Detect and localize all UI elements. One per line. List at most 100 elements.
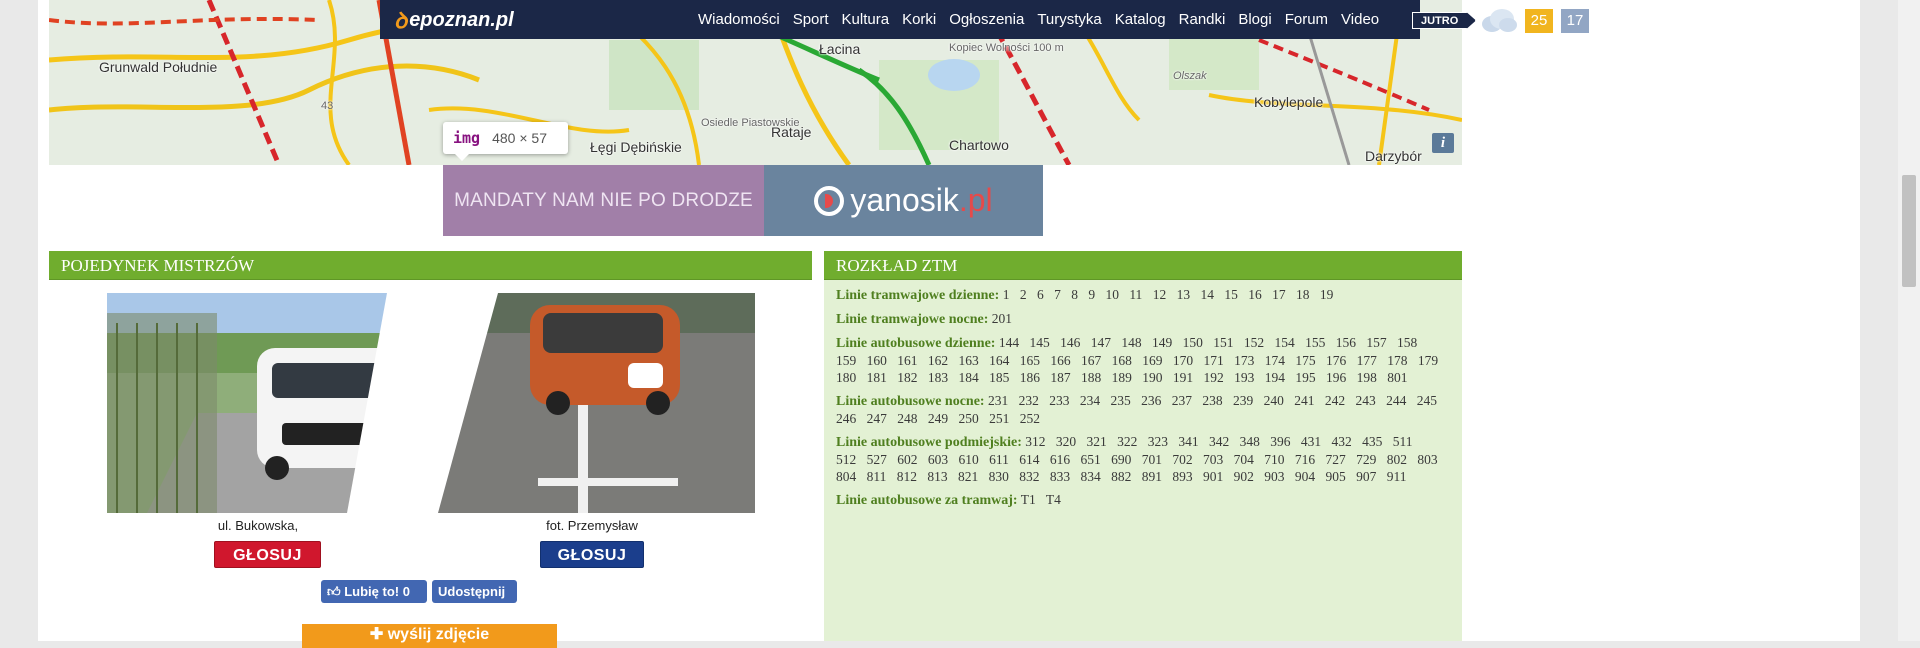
ztm-line-link[interactable]: 183 — [928, 370, 948, 385]
send-photo-button[interactable]: ✚ wyślij zdjęcie — [302, 624, 557, 648]
ztm-line-link[interactable]: 801 — [1387, 370, 1407, 385]
ztm-line-link[interactable]: 163 — [959, 353, 979, 368]
ztm-line-link[interactable]: 157 — [1366, 335, 1386, 350]
ztm-line-link[interactable]: 348 — [1240, 434, 1260, 449]
ztm-line-link[interactable]: 152 — [1244, 335, 1264, 350]
ztm-line-link[interactable]: 201 — [992, 311, 1012, 326]
ztm-line-link[interactable]: 821 — [958, 469, 978, 484]
ztm-line-link[interactable]: 181 — [867, 370, 887, 385]
ztm-line-link[interactable]: 320 — [1056, 434, 1076, 449]
ztm-line-link[interactable]: 247 — [867, 411, 887, 426]
ztm-line-link[interactable]: 651 — [1081, 452, 1101, 467]
ztm-line-link[interactable]: 173 — [1234, 353, 1254, 368]
ztm-line-link[interactable]: 6 — [1037, 287, 1044, 302]
ztm-line-link[interactable]: 165 — [1020, 353, 1040, 368]
nav-item-turystyka[interactable]: Turystyka — [1037, 11, 1101, 28]
duel-photo-left[interactable] — [107, 293, 477, 513]
ztm-line-link[interactable]: 322 — [1117, 434, 1137, 449]
ztm-line-link[interactable]: 527 — [867, 452, 887, 467]
ztm-line-link[interactable]: 803 — [1417, 452, 1437, 467]
ztm-line-link[interactable]: 911 — [1387, 469, 1407, 484]
nav-item-ogloszenia[interactable]: Ogłoszenia — [949, 11, 1024, 28]
ztm-line-link[interactable]: 193 — [1234, 370, 1254, 385]
ztm-line-link[interactable]: 164 — [989, 353, 1009, 368]
ztm-line-link[interactable]: 249 — [928, 411, 948, 426]
facebook-share-button[interactable]: Udostępnij — [432, 580, 517, 603]
ztm-line-link[interactable]: 250 — [959, 411, 979, 426]
ztm-line-link[interactable]: 321 — [1087, 434, 1107, 449]
ztm-line-link[interactable]: 811 — [867, 469, 887, 484]
ztm-line-link[interactable]: 161 — [897, 353, 917, 368]
ztm-line-link[interactable]: 8 — [1071, 287, 1078, 302]
ztm-line-link[interactable]: 180 — [836, 370, 856, 385]
ztm-line-link[interactable]: 174 — [1265, 353, 1285, 368]
ztm-line-link[interactable]: 149 — [1152, 335, 1172, 350]
ztm-line-link[interactable]: T4 — [1046, 492, 1061, 507]
nav-item-randki[interactable]: Randki — [1179, 11, 1226, 28]
ztm-line-link[interactable]: 144 — [999, 335, 1019, 350]
ztm-line-link[interactable]: 158 — [1397, 335, 1417, 350]
ztm-line-link[interactable]: 882 — [1111, 469, 1131, 484]
ztm-line-link[interactable]: 832 — [1019, 469, 1039, 484]
ztm-line-link[interactable]: 9 — [1088, 287, 1095, 302]
ztm-line-link[interactable]: 13 — [1177, 287, 1191, 302]
ztm-line-link[interactable]: 166 — [1050, 353, 1070, 368]
ztm-line-link[interactable]: 160 — [867, 353, 887, 368]
ztm-line-link[interactable]: 813 — [927, 469, 947, 484]
ztm-line-link[interactable]: 512 — [836, 452, 856, 467]
nav-item-sport[interactable]: Sport — [793, 11, 829, 28]
map-info-icon[interactable]: i — [1432, 133, 1454, 153]
ztm-line-link[interactable]: T1 — [1021, 492, 1036, 507]
ztm-line-link[interactable]: 188 — [1081, 370, 1101, 385]
ztm-line-link[interactable]: 710 — [1264, 452, 1284, 467]
ztm-line-link[interactable]: 704 — [1234, 452, 1254, 467]
ztm-line-link[interactable]: 236 — [1141, 393, 1161, 408]
ztm-line-link[interactable]: 243 — [1355, 393, 1375, 408]
ztm-line-link[interactable]: 812 — [897, 469, 917, 484]
ztm-line-link[interactable]: 616 — [1050, 452, 1070, 467]
vote-left-button[interactable]: GŁOSUJ — [214, 541, 321, 568]
ztm-line-link[interactable]: 703 — [1203, 452, 1223, 467]
ztm-line-link[interactable]: 179 — [1418, 353, 1438, 368]
ztm-line-link[interactable]: 804 — [836, 469, 856, 484]
nav-item-blogi[interactable]: Blogi — [1238, 11, 1271, 28]
ztm-line-link[interactable]: 904 — [1295, 469, 1315, 484]
ztm-line-link[interactable]: 7 — [1054, 287, 1061, 302]
ztm-line-link[interactable]: 198 — [1357, 370, 1377, 385]
ztm-line-link[interactable]: 905 — [1326, 469, 1346, 484]
ztm-line-link[interactable]: 146 — [1060, 335, 1080, 350]
ztm-line-link[interactable]: 611 — [989, 452, 1009, 467]
ztm-line-link[interactable]: 186 — [1020, 370, 1040, 385]
ztm-line-link[interactable]: 16 — [1248, 287, 1262, 302]
ztm-line-link[interactable]: 242 — [1325, 393, 1345, 408]
nav-item-video[interactable]: Video — [1341, 11, 1379, 28]
ztm-line-link[interactable]: 1 — [1003, 287, 1010, 302]
ztm-line-link[interactable]: 902 — [1234, 469, 1254, 484]
nav-item-korki[interactable]: Korki — [902, 11, 936, 28]
ztm-line-link[interactable]: 238 — [1202, 393, 1222, 408]
ztm-line-link[interactable]: 11 — [1129, 287, 1142, 302]
vote-right-button[interactable]: GŁOSUJ — [540, 541, 644, 568]
ztm-line-link[interactable]: 603 — [928, 452, 948, 467]
ztm-line-link[interactable]: 891 — [1142, 469, 1162, 484]
ztm-line-link[interactable]: 2 — [1020, 287, 1027, 302]
ztm-line-link[interactable]: 342 — [1209, 434, 1229, 449]
ztm-line-link[interactable]: 232 — [1019, 393, 1039, 408]
scrollbar-thumb[interactable] — [1902, 175, 1916, 287]
ztm-line-link[interactable]: 148 — [1121, 335, 1141, 350]
ztm-line-link[interactable]: 175 — [1295, 353, 1315, 368]
ztm-line-link[interactable]: 435 — [1362, 434, 1382, 449]
vertical-scrollbar[interactable] — [1898, 0, 1920, 641]
ztm-line-link[interactable]: 154 — [1274, 335, 1294, 350]
ztm-line-link[interactable]: 602 — [897, 452, 917, 467]
ztm-line-link[interactable]: 907 — [1356, 469, 1376, 484]
ztm-line-link[interactable]: 244 — [1386, 393, 1406, 408]
ztm-line-link[interactable]: 251 — [989, 411, 1009, 426]
ztm-line-link[interactable]: 312 — [1025, 434, 1045, 449]
ztm-line-link[interactable]: 235 — [1110, 393, 1130, 408]
ztm-line-link[interactable]: 171 — [1204, 353, 1224, 368]
nav-item-katalog[interactable]: Katalog — [1115, 11, 1166, 28]
yanosik-ad-banner[interactable]: MANDATY NAM NIE PO DRODZE yanosik .pl — [443, 165, 1043, 236]
ztm-line-link[interactable]: 182 — [897, 370, 917, 385]
ztm-line-link[interactable]: 432 — [1332, 434, 1352, 449]
